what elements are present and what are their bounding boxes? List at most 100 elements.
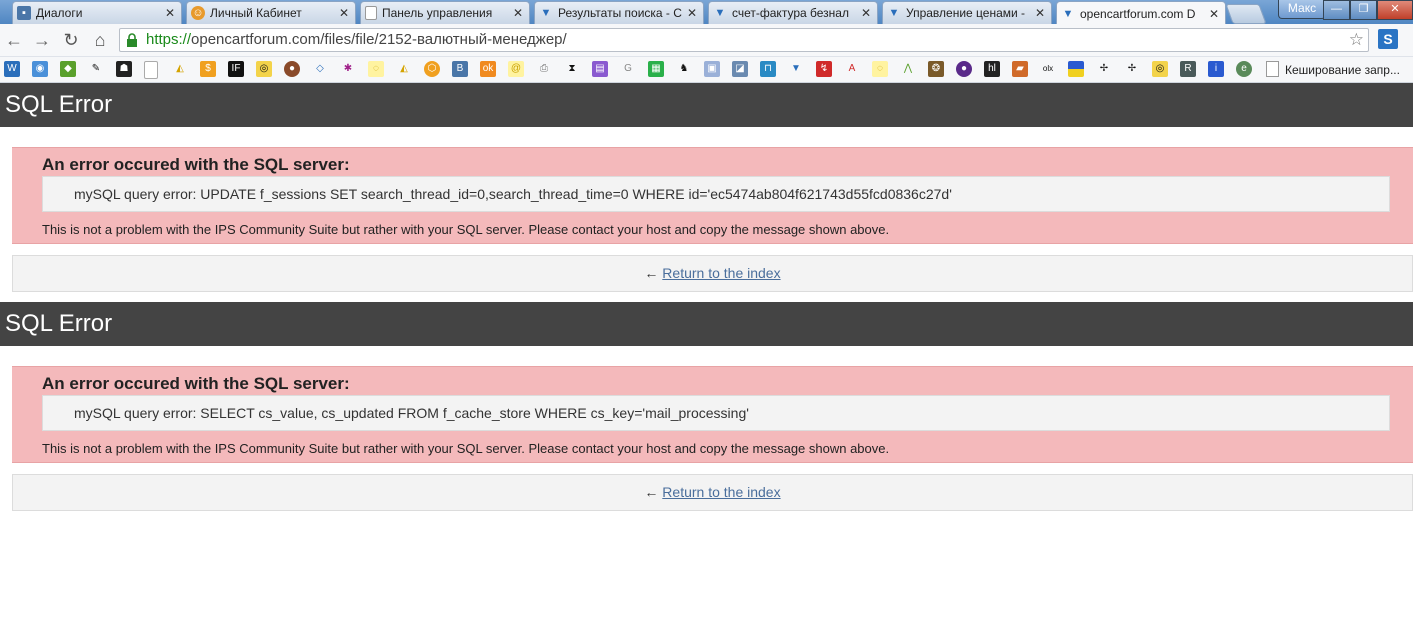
home-icon[interactable]: ⌂	[90, 30, 110, 50]
bookmark-icon[interactable]	[144, 61, 158, 79]
close-icon[interactable]: ✕	[1033, 6, 1047, 20]
bookmark-icon[interactable]: i	[1208, 61, 1224, 77]
bookmark-icon[interactable]: ✱	[340, 61, 356, 77]
bookmark-icon[interactable]: R	[1180, 61, 1196, 77]
opencart-icon: ▼	[540, 7, 552, 19]
window-controls: — ❐ ✕	[1323, 0, 1413, 20]
opencart-icon: ▼	[1062, 7, 1074, 20]
bookmark-caching[interactable]: Кеширование запр...	[1266, 61, 1400, 78]
bookmark-icon[interactable]: @	[508, 61, 524, 77]
query-text: mySQL query error: SELECT cs_value, cs_u…	[42, 395, 1390, 431]
vk-icon: ▪	[17, 6, 31, 20]
bookmarks-bar: W ◉ ◆ ✎ ☗ ◭ $ IF ◎ ● ◇ ✱ ◌ ◭ ⬡ B ok @ ⎙ …	[0, 57, 1413, 83]
bookmark-icon[interactable]: ok	[480, 61, 496, 77]
query-text: mySQL query error: UPDATE f_sessions SET…	[42, 176, 1390, 212]
bookmark-icon[interactable]: hl	[984, 61, 1000, 77]
close-icon[interactable]: ✕	[163, 6, 177, 20]
reload-icon[interactable]: ↻	[61, 30, 81, 50]
return-to-index-link[interactable]: Return to the index	[662, 265, 780, 281]
tab-search-results[interactable]: ▼ Результаты поиска - С ✕	[534, 1, 704, 24]
tab-label: opencartforum.com D	[1080, 6, 1196, 21]
bookmark-icon[interactable]: ✎	[88, 61, 104, 77]
tab-opencartforum[interactable]: ▼ opencartforum.com D ✕	[1056, 1, 1226, 25]
error-header: SQL Error	[0, 83, 1413, 127]
arrow-left-icon: ←	[644, 265, 659, 281]
cabinet-icon: ☺	[191, 6, 205, 20]
bookmark-icon[interactable]: G	[620, 61, 636, 77]
close-icon[interactable]: ✕	[859, 6, 873, 20]
bookmark-icon[interactable]: ⬡	[424, 61, 440, 77]
bookmark-icon[interactable]: ◉	[32, 61, 48, 77]
close-icon[interactable]: ✕	[685, 6, 699, 20]
page-icon	[1266, 61, 1279, 77]
address-url: https://opencartforum.com/files/file/215…	[146, 31, 567, 48]
tab-price-management[interactable]: ▼ Управление ценами - ✕	[882, 1, 1052, 24]
bookmark-icon[interactable]: ◆	[60, 61, 76, 77]
error-title: An error occured with the SQL server:	[42, 374, 350, 393]
bookmark-icon[interactable]: ◌	[368, 61, 384, 77]
return-bar: ← Return to the index	[12, 255, 1413, 292]
maximize-icon[interactable]: ❐	[1350, 0, 1377, 20]
bookmark-icon[interactable]: e	[1236, 61, 1252, 77]
arrow-left-icon: ←	[644, 484, 659, 500]
bookmark-icon[interactable]: ▦	[648, 61, 664, 77]
bookmark-icon[interactable]: $	[200, 61, 216, 77]
tab-label: Управление ценами -	[906, 6, 1026, 20]
bookmark-icon[interactable]: ⎙	[536, 61, 552, 77]
bookmark-icon[interactable]: ❂	[928, 61, 944, 77]
tab-control-panel[interactable]: Панель управления ✕	[360, 1, 530, 24]
address-bar[interactable]: https://opencartforum.com/files/file/215…	[119, 28, 1369, 52]
error-title: An error occured with the SQL server:	[42, 155, 350, 174]
tab-dialogs[interactable]: ▪ Диалоги ✕	[12, 1, 182, 24]
return-to-index-link[interactable]: Return to the index	[662, 484, 780, 500]
tab-cabinet[interactable]: ☺ Личный Кабинет ✕	[186, 1, 356, 24]
error-header: SQL Error	[0, 302, 1413, 346]
bookmark-icon[interactable]: ●	[956, 61, 972, 77]
close-window-icon[interactable]: ✕	[1377, 0, 1413, 20]
back-icon[interactable]: ←	[4, 30, 24, 50]
bookmark-icon[interactable]: ✢	[1124, 61, 1140, 77]
bookmark-icon[interactable]: ◎	[256, 61, 272, 77]
bookmark-icon[interactable]: ▼	[788, 61, 804, 77]
new-tab-button[interactable]	[1225, 4, 1267, 24]
error-box: An error occured with the SQL server: my…	[12, 147, 1413, 244]
bookmark-icon[interactable]: ◌	[872, 61, 888, 77]
bookmark-icon[interactable]: ✢	[1096, 61, 1112, 77]
bookmark-icon[interactable]: ▣	[704, 61, 720, 77]
bookmark-icon[interactable]: W	[4, 61, 20, 77]
bookmark-icon[interactable]: ↯	[816, 61, 832, 77]
bookmark-icon[interactable]: ◭	[172, 61, 188, 77]
bookmark-icon[interactable]: ◪	[732, 61, 748, 77]
bookmark-icon[interactable]: ▰	[1012, 61, 1028, 77]
bookmark-icon[interactable]: ◇	[312, 61, 328, 77]
bookmark-icon[interactable]: B	[452, 61, 468, 77]
close-icon[interactable]: ✕	[337, 6, 351, 20]
bookmark-icon[interactable]: A	[844, 61, 860, 77]
bookmark-icon[interactable]: ◭	[396, 61, 412, 77]
star-icon[interactable]: ☆	[1349, 29, 1364, 51]
bookmark-icon[interactable]: ♞	[676, 61, 692, 77]
bookmark-icon[interactable]: ◎	[1152, 61, 1168, 77]
bookmark-icon[interactable]: IF	[228, 61, 244, 77]
minimize-icon[interactable]: —	[1323, 0, 1350, 20]
extension-icon[interactable]: S	[1378, 29, 1398, 49]
error-note: This is not a problem with the IPS Commu…	[42, 222, 890, 237]
forward-icon[interactable]: →	[32, 30, 52, 50]
bookmark-icon[interactable]: ⋀	[900, 61, 916, 77]
bookmark-icon[interactable]: ☗	[116, 61, 132, 77]
bookmark-icon[interactable]: olx	[1040, 61, 1056, 77]
close-icon[interactable]: ✕	[1207, 7, 1221, 21]
opencart-icon: ▼	[714, 7, 726, 19]
tab-label: Результаты поиска - С	[558, 6, 682, 20]
tab-label: Панель управления	[382, 6, 493, 20]
profile-button[interactable]: Макс	[1278, 0, 1326, 19]
bookmark-icon[interactable]: ⊓	[760, 61, 776, 77]
close-icon[interactable]: ✕	[511, 6, 525, 20]
bookmark-icon[interactable]: ▤	[592, 61, 608, 77]
lock-icon	[127, 33, 137, 47]
tab-invoice[interactable]: ▼ счет-фактура безнал ✕	[708, 1, 878, 24]
bookmark-icon[interactable]: ●	[284, 61, 300, 77]
browser-toolbar: ← → ↻ ⌂ https://opencartforum.com/files/…	[0, 24, 1413, 57]
bookmark-icon[interactable]: ⧗	[564, 61, 580, 77]
bookmark-icon[interactable]	[1068, 61, 1084, 77]
